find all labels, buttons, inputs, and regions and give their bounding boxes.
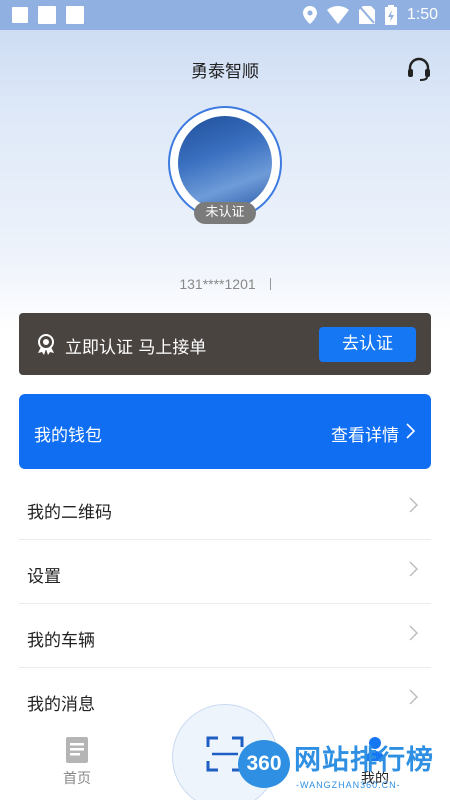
menu-item-vehicles[interactable]: 我的车辆: [19, 604, 431, 668]
menu-item-settings[interactable]: 设置: [19, 540, 431, 604]
certification-banner: 立即认证 马上接单 去认证: [19, 313, 431, 375]
avatar-image: [178, 116, 272, 210]
menu-list: 我的二维码 设置 我的车辆 我的消息: [19, 476, 431, 732]
location-icon: [302, 6, 317, 24]
watermark: 360 网站排行榜 -WANGZHAN360.CN-: [238, 738, 448, 796]
battery-icon: [384, 5, 397, 25]
document-icon: [66, 737, 88, 763]
menu-item-label: 我的消息: [27, 695, 95, 715]
menu-item-label: 我的车辆: [27, 631, 95, 651]
tab-home[interactable]: 首页: [52, 736, 102, 788]
go-certify-button[interactable]: 去认证: [319, 327, 416, 362]
app-notification-icon: [66, 6, 84, 24]
chevron-right-icon: [409, 561, 418, 577]
wifi-icon: [326, 6, 349, 24]
no-sim-icon: [358, 6, 375, 24]
menu-item-qrcode[interactable]: 我的二维码: [19, 476, 431, 540]
chevron-right-icon: [409, 689, 418, 705]
divider: [269, 278, 271, 290]
phone-number: 131****1201: [179, 276, 256, 292]
verification-status-badge: 未认证: [194, 202, 256, 224]
headset-icon[interactable]: [406, 56, 432, 82]
phone-number-row: 131****1201: [0, 276, 450, 292]
notification-icons: [12, 6, 84, 24]
certification-prompt: 立即认证 马上接单: [65, 338, 207, 358]
wallet-view-details: 查看详情: [331, 426, 399, 446]
watermark-subtitle: -WANGZHAN360.CN-: [296, 780, 401, 790]
wallet-label: 我的钱包: [34, 426, 102, 446]
image-notification-icon: [12, 7, 28, 23]
watermark-title: 网站排行榜: [294, 745, 434, 776]
status-time: 1:50: [406, 6, 438, 23]
page-title: 勇泰智顺: [191, 62, 259, 82]
award-icon: [38, 334, 54, 355]
menu-item-label: 我的二维码: [27, 503, 112, 523]
watermark-logo: 360: [238, 740, 290, 788]
chevron-right-icon: [409, 497, 418, 513]
chevron-right-icon: [406, 423, 416, 439]
chevron-right-icon: [409, 625, 418, 641]
wallet-card[interactable]: 我的钱包 查看详情: [19, 394, 431, 469]
app-notification-icon: [38, 6, 56, 24]
menu-item-label: 设置: [27, 567, 61, 587]
status-bar: 1:50: [0, 0, 450, 30]
tab-home-label: 首页: [63, 771, 91, 787]
